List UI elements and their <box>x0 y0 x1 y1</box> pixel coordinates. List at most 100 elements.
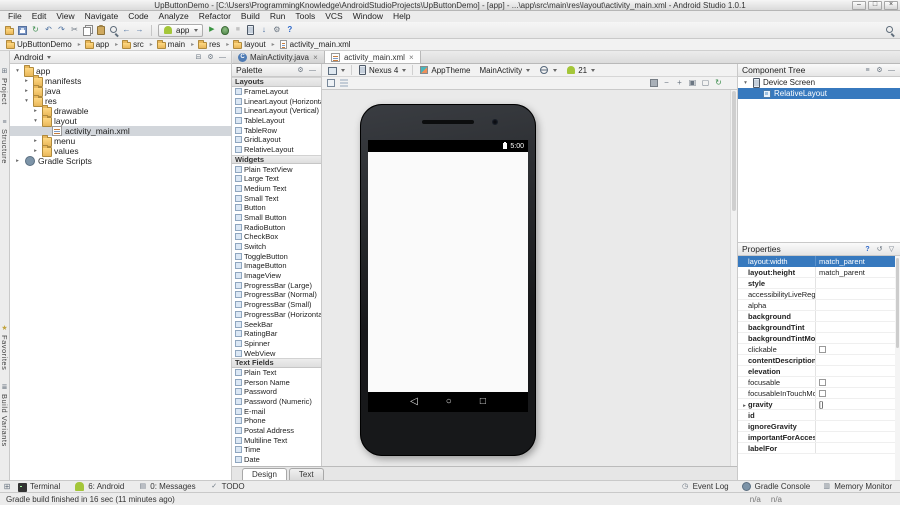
gear-icon[interactable]: ⚙ <box>875 66 884 75</box>
tool-windows-icon[interactable]: ⊞ <box>2 482 12 492</box>
view-options-icon[interactable]: ≡ <box>863 66 872 75</box>
property-value[interactable]: [] <box>816 399 900 409</box>
tree-toggle-icon[interactable] <box>31 108 40 114</box>
canvas-scrollbar[interactable] <box>730 90 737 466</box>
editor-mode-tab[interactable]: Design <box>242 468 287 480</box>
tree-toggle-icon[interactable] <box>22 98 31 104</box>
property-row[interactable]: alpha <box>738 300 900 311</box>
breadcrumb-item[interactable]: layout <box>233 40 278 49</box>
hide-icon[interactable]: — <box>887 66 896 75</box>
tool-window-button[interactable]: ≣ Build Variants <box>0 384 9 447</box>
run-config-select[interactable]: app <box>158 23 204 37</box>
tool-window-button[interactable]: ≡ Structure <box>0 119 9 164</box>
activity-select[interactable]: MainActivity <box>477 64 534 76</box>
property-row[interactable]: ignoreGravity <box>738 421 900 432</box>
window-control-button[interactable]: – <box>852 1 866 10</box>
palette-item[interactable]: ProgressBar (Normal) <box>232 290 321 300</box>
palette-item[interactable]: RatingBar <box>232 329 321 339</box>
property-row[interactable]: id <box>738 410 900 421</box>
property-row[interactable]: importantForAccessibility <box>738 432 900 443</box>
component-tree-item[interactable]: Device Screen <box>738 77 900 88</box>
palette-item[interactable]: Medium Text <box>232 184 321 194</box>
collapse-all-icon[interactable]: ⊟ <box>194 53 203 62</box>
menu-item[interactable]: Analyze <box>154 11 194 22</box>
project-tree-item[interactable]: manifests <box>10 75 231 87</box>
palette-item[interactable]: SeekBar <box>232 319 321 329</box>
menu-item[interactable]: File <box>3 11 27 22</box>
editor-tab[interactable]: activity_main.xml <box>324 51 421 63</box>
property-value[interactable] <box>816 278 900 288</box>
breadcrumb-item[interactable]: activity_main.xml <box>279 40 351 49</box>
menu-item[interactable]: Help <box>388 11 415 22</box>
checkbox[interactable] <box>819 389 826 397</box>
palette-item[interactable]: TableLayout <box>232 116 321 126</box>
property-value[interactable]: match_parent <box>816 267 900 277</box>
property-row[interactable]: gravity [] <box>738 399 900 410</box>
palette-item[interactable]: Small Text <box>232 193 321 203</box>
project-tree-item[interactable]: app <box>10 65 231 77</box>
palette-item[interactable]: Phone <box>232 416 321 426</box>
scrollbar-thumb[interactable] <box>732 91 736 211</box>
palette-item[interactable]: Widgets <box>232 154 321 165</box>
property-row[interactable]: accessibilityLiveRegion <box>738 289 900 300</box>
property-row[interactable]: background <box>738 311 900 322</box>
close-tab-icon[interactable] <box>408 53 415 62</box>
tree-toggle-icon[interactable] <box>22 88 31 94</box>
revert-icon[interactable]: ↺ <box>875 245 884 254</box>
checkbox[interactable] <box>819 345 826 353</box>
api-select[interactable]: 21 <box>563 64 598 76</box>
properties-scrollbar[interactable] <box>895 256 900 480</box>
project-tree-item[interactable]: Gradle Scripts <box>10 156 231 166</box>
tool-window-button[interactable]: ✓ TODO <box>204 481 251 493</box>
breadcrumb-item[interactable]: app <box>84 40 122 49</box>
tree-toggle-icon[interactable] <box>13 68 22 74</box>
palette-item[interactable]: GridLayout <box>232 135 321 145</box>
property-value[interactable] <box>816 432 900 442</box>
tool-window-button[interactable]: ◷ Event Log <box>675 481 735 493</box>
device-screen[interactable]: 5:00 <box>368 140 528 412</box>
project-tree-item[interactable]: layout <box>10 115 231 127</box>
palette-item[interactable]: Plain TextView <box>232 164 321 174</box>
palette-item[interactable]: Postal Address <box>232 426 321 436</box>
property-row[interactable]: focusableInTouchMode <box>738 388 900 399</box>
project-tree-item[interactable]: values <box>10 145 231 157</box>
palette-item[interactable]: WebView <box>232 348 321 358</box>
menu-item[interactable]: View <box>51 11 79 22</box>
palette-item[interactable]: TableRow <box>232 125 321 135</box>
property-value[interactable] <box>816 388 900 398</box>
tool-window-button[interactable]: ▤ 0: Messages <box>132 481 201 493</box>
window-control-button[interactable]: × <box>884 1 898 10</box>
expand-icon[interactable] <box>743 400 746 409</box>
palette-item[interactable]: E-mail <box>232 406 321 416</box>
hide-icon[interactable]: — <box>218 53 227 62</box>
property-value[interactable] <box>816 322 900 332</box>
gear-icon[interactable]: ⚙ <box>296 66 305 75</box>
editor-mode-tab[interactable]: Text <box>288 468 324 480</box>
property-value[interactable] <box>816 355 900 365</box>
gear-icon[interactable]: ⚙ <box>206 53 215 62</box>
tree-toggle-icon[interactable] <box>31 118 40 124</box>
menu-item[interactable]: Run <box>265 11 291 22</box>
palette-item[interactable]: Multiline Text <box>232 435 321 445</box>
property-row[interactable]: backgroundTintMode <box>738 333 900 344</box>
property-value[interactable] <box>816 443 900 453</box>
palette-item[interactable]: Date <box>232 455 321 465</box>
palette-item[interactable]: Switch <box>232 242 321 252</box>
breadcrumb-item[interactable]: src <box>122 40 157 49</box>
breadcrumb-item[interactable]: res <box>198 40 233 49</box>
tree-toggle-icon[interactable] <box>22 78 31 84</box>
menu-item[interactable]: Refactor <box>194 11 236 22</box>
property-value[interactable]: match_parent <box>816 256 900 266</box>
property-row[interactable]: backgroundTint <box>738 322 900 333</box>
property-value[interactable] <box>816 333 900 343</box>
property-row[interactable]: layout:height match_parent <box>738 267 900 278</box>
tree-toggle-icon[interactable] <box>31 148 40 154</box>
property-row[interactable]: style <box>738 278 900 289</box>
tool-window-button[interactable]: ★ Favorites <box>0 325 9 370</box>
property-value[interactable] <box>816 421 900 431</box>
palette-item[interactable]: FrameLayout <box>232 87 321 97</box>
palette-item[interactable]: Small Button <box>232 213 321 223</box>
tree-toggle-icon[interactable] <box>741 80 750 86</box>
tool-window-button[interactable]: ⊞ Project <box>0 68 9 105</box>
tool-window-button[interactable]: ▥ Memory Monitor <box>816 481 898 493</box>
